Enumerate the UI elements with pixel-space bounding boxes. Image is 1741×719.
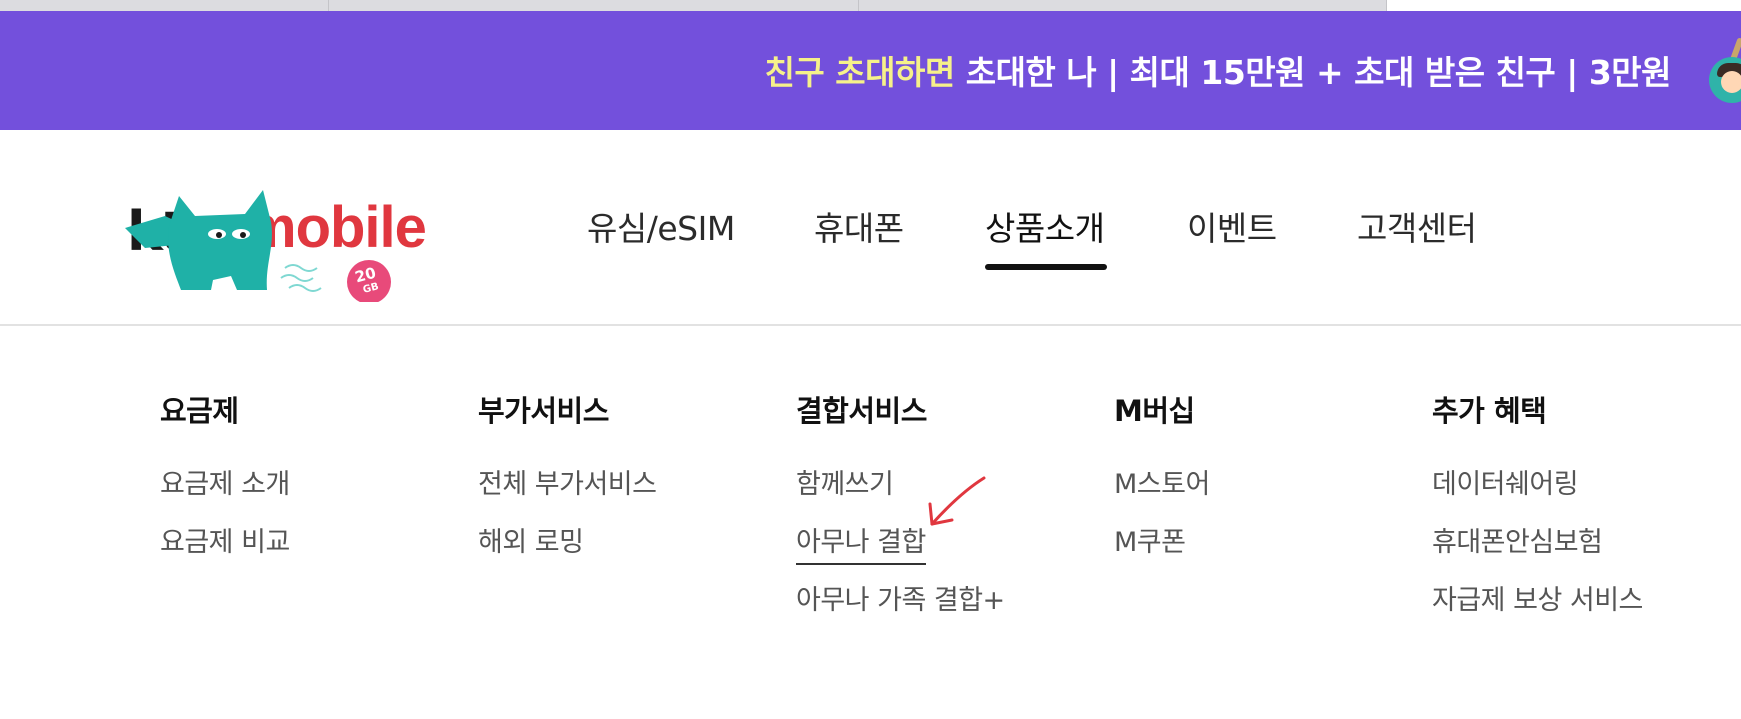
menu-column-title: 요금제 bbox=[160, 394, 239, 428]
promo-highlight: 친구 초대하면 bbox=[764, 53, 956, 92]
nav-item-customer-center[interactable]: 고객센터 bbox=[1357, 202, 1477, 250]
menu-link[interactable]: 휴대폰안심보험 bbox=[1432, 520, 1603, 559]
cat-mascot-icon bbox=[125, 190, 391, 302]
menu-link[interactable]: 함께쓰기 bbox=[796, 462, 894, 501]
menu-link[interactable]: 전체 부가서비스 bbox=[478, 462, 657, 501]
menu-link[interactable]: 아무나 가족 결합+ bbox=[796, 578, 1005, 617]
menu-column-title: 부가서비스 bbox=[478, 394, 609, 428]
nav-item-events[interactable]: 이벤트 bbox=[1187, 202, 1277, 250]
browser-tab[interactable] bbox=[329, 0, 859, 11]
promo-banner[interactable]: 친구 초대하면 초대한 나 | 최대 15만원 + 초대 받은 친구 | 3만원 bbox=[0, 11, 1741, 130]
browser-tab-active[interactable] bbox=[1387, 0, 1741, 11]
nav-item-phone[interactable]: 휴대폰 bbox=[814, 202, 904, 250]
active-nav-indicator bbox=[985, 264, 1107, 270]
menu-link[interactable]: M쿠폰 bbox=[1114, 520, 1186, 559]
site-header: kt mobile 20 GB 유심/eSIM 휴대폰 상품소개 이벤트 고객센… bbox=[0, 130, 1741, 326]
kt-mmobile-logo[interactable]: kt mobile 20 GB bbox=[125, 186, 445, 302]
promo-banner-text: 친구 초대하면 초대한 나 | 최대 15만원 + 초대 받은 친구 | 3만원 bbox=[764, 46, 1672, 94]
character-avatar-icon bbox=[1709, 57, 1741, 103]
menu-link[interactable]: 해외 로밍 bbox=[478, 520, 584, 559]
menu-link[interactable]: 요금제 비교 bbox=[160, 520, 290, 559]
menu-column-title: M버십 bbox=[1114, 394, 1195, 428]
mega-menu: 요금제 요금제 소개 요금제 비교 부가서비스 전체 부가서비스 해외 로밍 결… bbox=[0, 326, 1741, 719]
menu-column-title: 결합서비스 bbox=[796, 394, 927, 428]
browser-tab[interactable] bbox=[0, 0, 329, 11]
menu-link[interactable]: 요금제 소개 bbox=[160, 462, 290, 501]
promo-detail: 초대한 나 | 최대 15만원 + 초대 받은 친구 | 3만원 bbox=[954, 53, 1672, 92]
menu-link[interactable]: 자급제 보상 서비스 bbox=[1432, 578, 1643, 617]
nav-item-usim-esim[interactable]: 유심/eSIM bbox=[587, 202, 735, 250]
red-arrow-icon bbox=[928, 476, 986, 526]
menu-link-hovered[interactable]: 아무나 결합 bbox=[796, 520, 926, 565]
browser-tab[interactable] bbox=[859, 0, 1387, 11]
menu-column-title: 추가 혜택 bbox=[1432, 394, 1547, 428]
menu-link[interactable]: M스토어 bbox=[1114, 462, 1210, 501]
menu-link[interactable]: 데이터쉐어링 bbox=[1432, 462, 1579, 501]
nav-item-products[interactable]: 상품소개 bbox=[985, 202, 1105, 250]
